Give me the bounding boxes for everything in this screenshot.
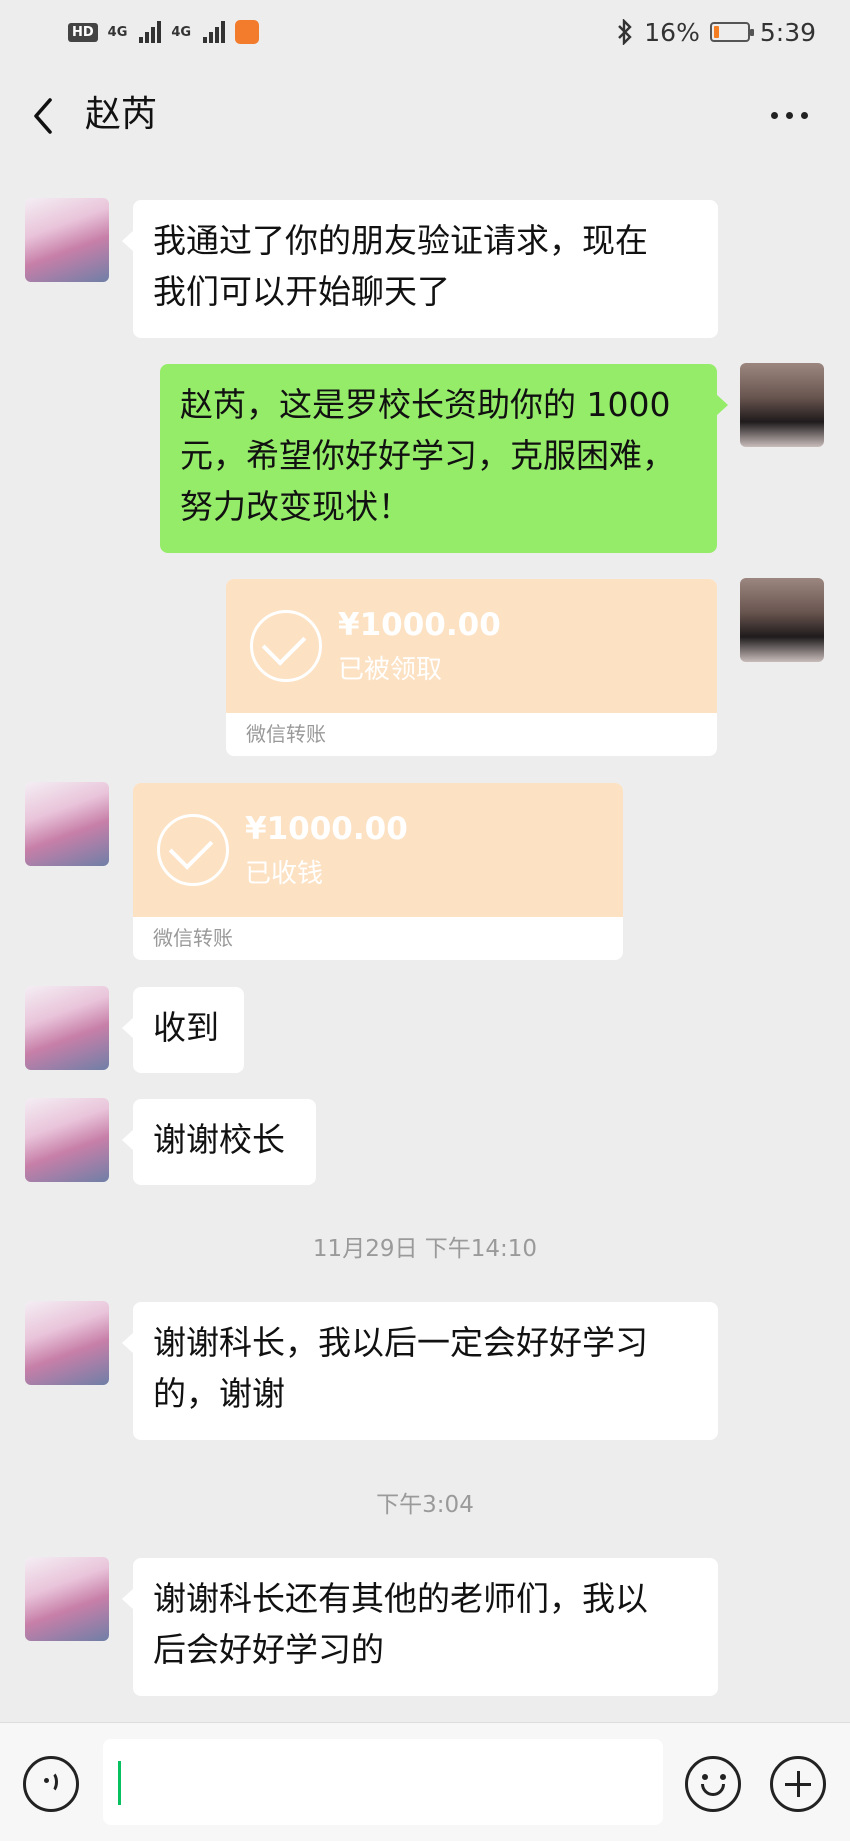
- transfer-card-body: ¥1000.00 已被领取: [226, 579, 717, 713]
- voice-input-icon[interactable]: [23, 1756, 79, 1812]
- outgoing-message-bubble[interactable]: 赵芮，这是罗校长资助你的 1000 元，希望你好好学习，克服困难， 努力改变现状…: [160, 364, 728, 553]
- contact-avatar[interactable]: [25, 1301, 109, 1385]
- check-circle-icon: [250, 610, 322, 682]
- incoming-message-bubble[interactable]: 收到: [122, 987, 244, 1073]
- bluetooth-icon: [618, 19, 632, 45]
- status-bar-right: 16% 5:39: [616, 18, 816, 47]
- clock-time: 5:39: [759, 17, 816, 47]
- transfer-card-received[interactable]: ¥1000.00 已收钱 微信转账: [133, 783, 623, 960]
- transfer-amount: ¥1000.00: [245, 811, 408, 847]
- status-bar: HD 4G 4G 16% 5:39: [0, 0, 850, 64]
- text-cursor: [118, 1761, 121, 1805]
- battery-percent: 16%: [644, 17, 700, 47]
- back-arrow-icon[interactable]: [26, 94, 62, 138]
- status-bar-left: HD 4G 4G: [68, 20, 260, 44]
- transfer-footer: 微信转账: [246, 722, 326, 746]
- signal-bars-1-icon: [139, 21, 162, 43]
- transfer-footer: 微信转账: [153, 926, 233, 950]
- chat-header: 赵芮: [0, 64, 850, 166]
- add-more-icon[interactable]: [770, 1756, 826, 1812]
- hd-badge: HD: [68, 22, 98, 42]
- contact-avatar[interactable]: [25, 1098, 109, 1182]
- message-input[interactable]: [103, 1739, 663, 1825]
- contact-avatar[interactable]: [25, 1557, 109, 1641]
- transfer-card-sent[interactable]: ¥1000.00 已被领取 微信转账: [226, 579, 717, 756]
- more-options-icon[interactable]: [768, 100, 810, 130]
- incoming-message-bubble[interactable]: 谢谢科长，我以后一定会好好学习 的，谢谢: [122, 1302, 718, 1440]
- emoji-icon[interactable]: [685, 1756, 741, 1812]
- check-circle-icon: [157, 814, 229, 886]
- chat-title: 赵芮: [85, 94, 158, 135]
- contact-avatar[interactable]: [25, 198, 109, 282]
- incoming-message-bubble[interactable]: 谢谢科长还有其他的老师们，我以 后会好好学习的: [122, 1558, 718, 1696]
- transfer-status: 已被领取: [338, 655, 443, 685]
- my-avatar[interactable]: [740, 363, 824, 447]
- transfer-card-body: ¥1000.00 已收钱: [133, 783, 623, 917]
- incoming-message-bubble[interactable]: 我通过了你的朋友验证请求，现在 我们可以开始聊天了: [122, 200, 718, 338]
- transfer-amount: ¥1000.00: [338, 607, 501, 643]
- signal-label-2: 4G: [171, 24, 192, 40]
- timestamp-divider: 11月29日 下午14:10: [312, 1236, 538, 1262]
- signal-bars-2-icon: [203, 21, 226, 43]
- app-notification-icon: [235, 20, 260, 44]
- input-bar: [0, 1722, 850, 1841]
- contact-avatar[interactable]: [25, 986, 109, 1070]
- signal-label-1: 4G: [107, 24, 128, 40]
- contact-avatar[interactable]: [25, 782, 109, 866]
- battery-icon: [709, 22, 754, 42]
- battery-fill: [713, 26, 719, 38]
- incoming-message-bubble[interactable]: 谢谢校长: [122, 1099, 316, 1185]
- timestamp-divider: 下午3:04: [376, 1492, 474, 1518]
- my-avatar[interactable]: [740, 578, 824, 662]
- transfer-status: 已收钱: [245, 859, 324, 889]
